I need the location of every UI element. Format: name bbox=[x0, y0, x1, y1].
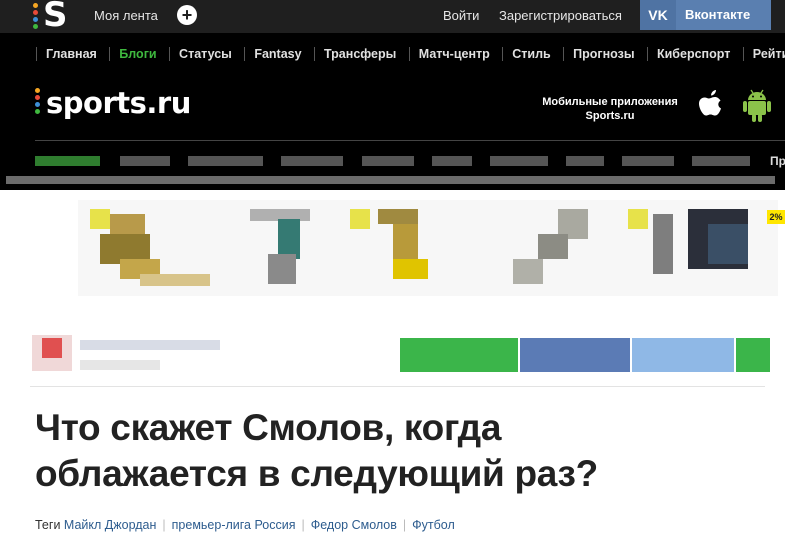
nav-item-statuses[interactable]: Статусы bbox=[169, 47, 240, 61]
blurred-subnav-item[interactable] bbox=[622, 156, 674, 166]
blurred-subnav-item[interactable] bbox=[432, 156, 472, 166]
blurred-subnav-item[interactable] bbox=[692, 156, 750, 166]
blurred-product-image bbox=[628, 209, 748, 274]
blurred-subnav-item[interactable] bbox=[120, 156, 170, 166]
top-bar: S Моя лента + Войти Зарегистрироваться V… bbox=[0, 0, 785, 35]
brand-header: sports.ru Мобильные приложения Sports.ru… bbox=[0, 70, 785, 190]
nav-item-fantasy[interactable]: Fantasy bbox=[244, 47, 309, 61]
apple-icon[interactable] bbox=[696, 88, 726, 124]
subnav-truncated-item[interactable]: Пр bbox=[770, 154, 785, 168]
article-tags: Теги Майкл Джордан | премьер-лига Россия | Ф… bbox=[35, 518, 455, 532]
article-divider bbox=[30, 386, 765, 387]
nav-item-match-center[interactable]: Матч-центр bbox=[408, 47, 498, 61]
nav-item-main[interactable]: Главная bbox=[36, 47, 105, 61]
nav-item-rating[interactable]: Рейтинг bbox=[742, 47, 785, 61]
vk-login-label: Вконтакте bbox=[685, 7, 751, 22]
tag-link[interactable]: Футбол bbox=[412, 518, 455, 532]
blurred-author-share-row bbox=[32, 335, 770, 372]
my-feed-link[interactable]: Моя лента bbox=[94, 8, 158, 23]
tag-separator: | bbox=[402, 518, 407, 532]
add-button[interactable]: + bbox=[177, 5, 197, 25]
nav-item-predictions[interactable]: Прогнозы bbox=[563, 47, 642, 61]
tag-separator: | bbox=[301, 518, 305, 532]
sports-s-logo[interactable]: S bbox=[33, 0, 69, 35]
blurred-subnav-item[interactable] bbox=[35, 156, 100, 166]
nav-item-blogs[interactable]: Блоги bbox=[109, 47, 164, 61]
blurred-share-button[interactable] bbox=[520, 338, 630, 372]
main-nav: Главная Блоги Статусы Fantasy Трансферы … bbox=[0, 33, 785, 70]
tag-link[interactable]: премьер-лига Россия bbox=[172, 518, 296, 532]
blurred-subnav-item[interactable] bbox=[490, 156, 548, 166]
article-title-line1: Что скажет Смолов, когда bbox=[35, 407, 502, 448]
blurred-subnav-item[interactable] bbox=[566, 156, 604, 166]
vk-icon: VK bbox=[640, 0, 676, 30]
article-title: Что скажет Смолов, когда облажается в сл… bbox=[35, 405, 755, 497]
blurred-share-button[interactable] bbox=[400, 338, 518, 372]
tag-link[interactable]: Майкл Джордан bbox=[64, 518, 156, 532]
blurred-trophy-image bbox=[90, 209, 210, 286]
android-icon[interactable] bbox=[742, 88, 772, 124]
brand-divider bbox=[35, 140, 785, 141]
nav-item-transfers[interactable]: Трансферы bbox=[314, 47, 404, 61]
blurred-subnav-item[interactable] bbox=[188, 156, 263, 166]
article-title-line2: облажается в следующий раз? bbox=[35, 453, 598, 494]
tag-separator: | bbox=[162, 518, 166, 532]
blurred-share-button[interactable] bbox=[736, 338, 770, 372]
mobile-apps-label: Мобильные приложения Sports.ru bbox=[530, 95, 690, 123]
nav-item-esports[interactable]: Киберспорт bbox=[646, 47, 738, 61]
blurred-product-image bbox=[250, 209, 310, 284]
tag-link[interactable]: Федор Смолов bbox=[311, 518, 397, 532]
brand-logo-text: sports.ru bbox=[46, 86, 191, 120]
ad-discount-badge: 2% bbox=[767, 210, 785, 224]
mobile-apps-line1: Мобильные приложения bbox=[542, 96, 678, 108]
register-link[interactable]: Зарегистрироваться bbox=[499, 8, 622, 23]
logo-s-letter: S bbox=[43, 0, 68, 35]
blurred-product-image bbox=[513, 209, 588, 284]
vk-login-button[interactable]: VK Вконтакте bbox=[640, 0, 771, 30]
mobile-apps-line2: Sports.ru bbox=[585, 110, 635, 122]
blurred-subnav-item[interactable] bbox=[281, 156, 343, 166]
login-link[interactable]: Войти bbox=[443, 8, 479, 23]
blurred-subnav-item[interactable] bbox=[362, 156, 414, 166]
blurred-share-button[interactable] bbox=[632, 338, 734, 372]
nav-item-style[interactable]: Стиль bbox=[502, 47, 558, 61]
blurred-product-image bbox=[350, 209, 428, 279]
header-shadow-strip bbox=[6, 176, 775, 184]
tags-label: Теги bbox=[35, 518, 61, 532]
blurred-ad-banner[interactable] bbox=[78, 200, 778, 296]
